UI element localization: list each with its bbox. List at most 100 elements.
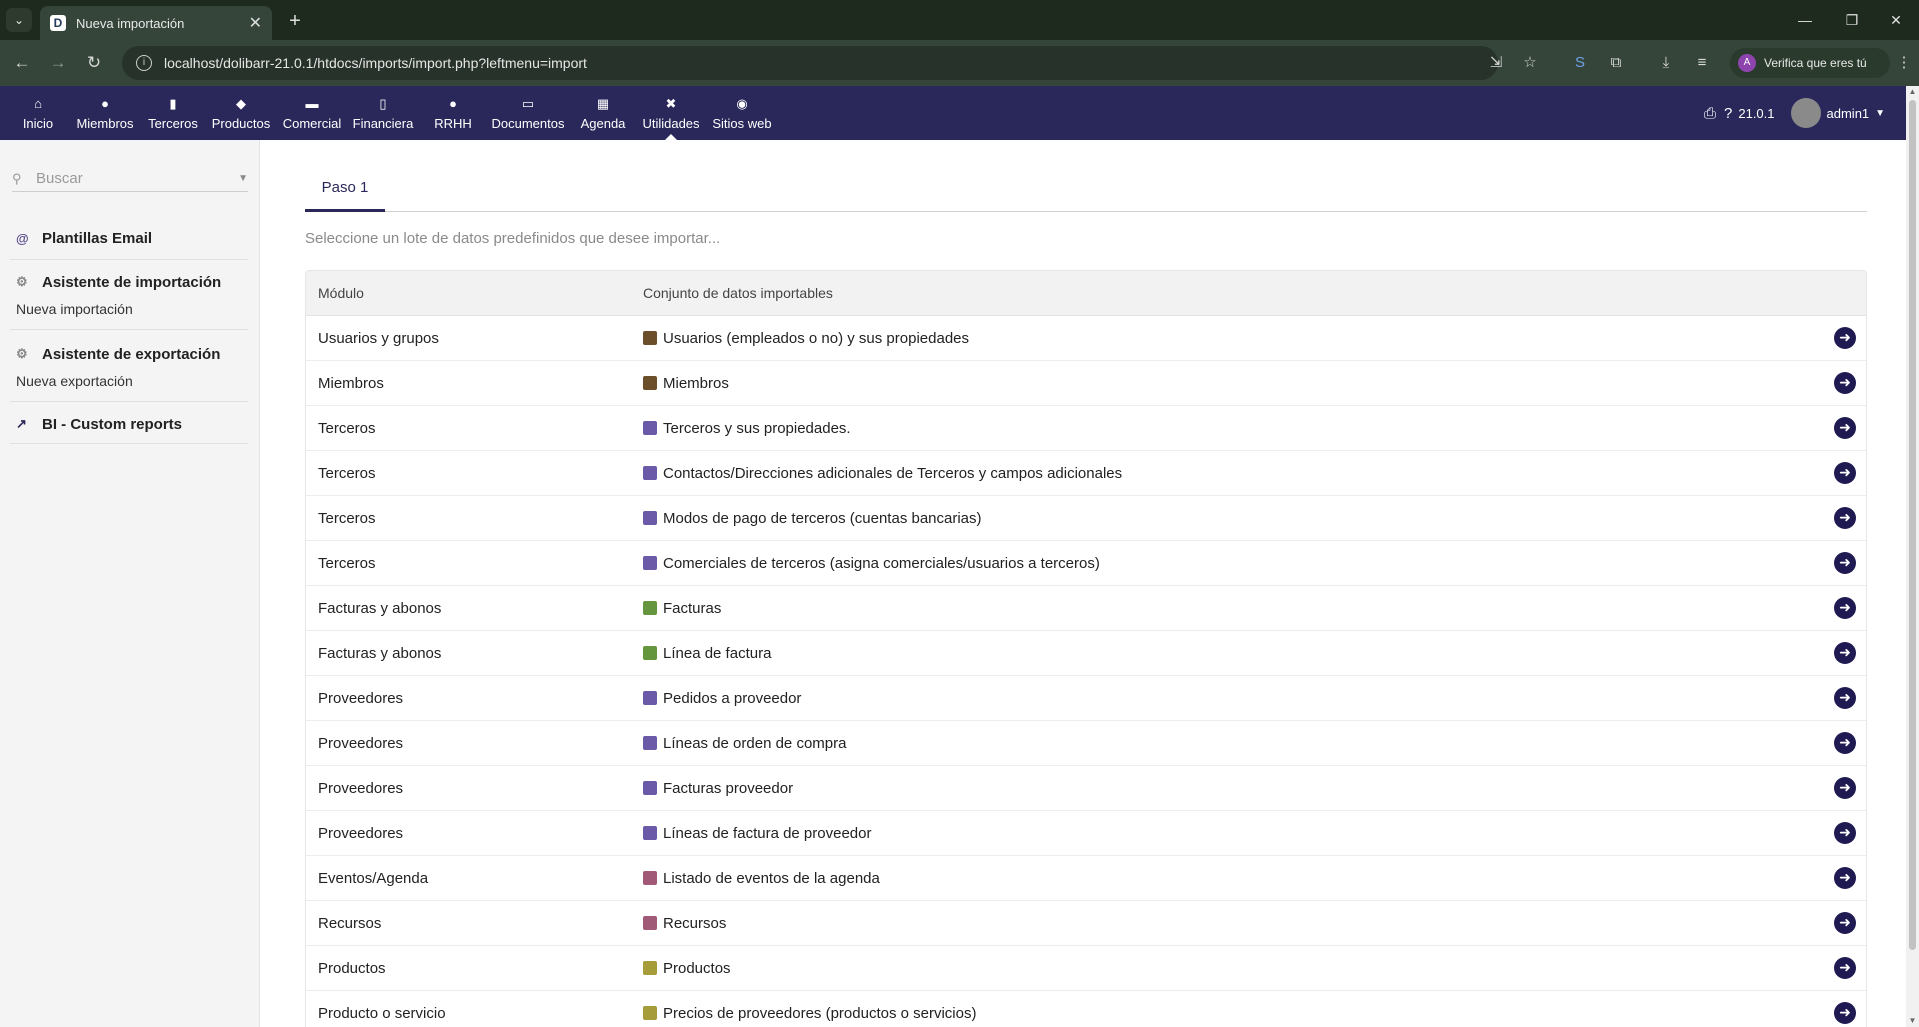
go-arrow-button[interactable]: ➜ (1834, 867, 1856, 889)
row-module: Miembros (318, 374, 384, 392)
browser-toolbar: ← → ↻ i localhost/dolibarr-21.0.1/htdocs… (0, 40, 1919, 86)
new-tab-button[interactable]: + (282, 8, 308, 34)
menu-rrhh[interactable]: ● RRHH (430, 86, 476, 140)
user-avatar[interactable] (1790, 98, 1821, 128)
dataset-icon (643, 646, 657, 660)
extensions-puzzle-icon[interactable]: ⧉ (1604, 51, 1628, 75)
row-module: Proveedores (318, 734, 404, 752)
row-dataset: Facturas (643, 600, 1834, 617)
sidebar-item-import-wizard[interactable]: ⚙ Asistente de importación (10, 268, 248, 296)
user-name[interactable]: admin1 (1827, 106, 1870, 121)
row-dataset-label: Facturas (663, 599, 722, 617)
sidebar-item-new-export[interactable]: Nueva exportación (10, 368, 248, 394)
search-dropdown-icon[interactable]: ▼ (238, 173, 248, 184)
reload-button[interactable]: ↻ (82, 51, 106, 75)
browser-tab-active[interactable]: D Nueva importación ✕ (40, 6, 272, 40)
menu-sitios-web[interactable]: ◉ Sitios web (710, 86, 774, 140)
table-row: Terceros Terceros y sus propiedades. ➜ (306, 406, 1866, 451)
go-arrow-button[interactable]: ➜ (1834, 417, 1856, 439)
calendar-icon: ▦ (596, 95, 610, 111)
scroll-thumb[interactable] (1909, 100, 1916, 950)
menu-inicio[interactable]: ⌂ Inicio (18, 86, 58, 140)
at-icon: @ (16, 230, 29, 246)
top-menu: ⌂ Inicio ● Miembros ▮ Terceros ◆ Product… (0, 86, 1919, 140)
tab-list-button[interactable]: ⌄ (6, 8, 32, 32)
profile-verify-button[interactable]: A Verifica que eres tú (1730, 48, 1890, 78)
main-content: Paso 1 Seleccione un lote de datos prede… (305, 140, 1867, 1027)
globe-icon: ◉ (736, 95, 748, 111)
dataset-icon (643, 376, 657, 390)
restore-button[interactable]: ❐ (1832, 8, 1872, 32)
close-window-button[interactable]: ✕ (1876, 8, 1916, 32)
sidebar-item-new-import[interactable]: Nueva importación (10, 296, 248, 322)
go-arrow-button[interactable]: ➜ (1834, 822, 1856, 844)
menu-productos[interactable]: ◆ Productos (210, 86, 272, 140)
go-arrow-button[interactable]: ➜ (1834, 957, 1856, 979)
menu-miembros[interactable]: ● Miembros (74, 86, 136, 140)
row-dataset: Líneas de factura de proveedor (643, 825, 1834, 842)
scroll-up-icon[interactable]: ▲ (1906, 86, 1919, 98)
go-arrow-button[interactable]: ➜ (1834, 1002, 1856, 1024)
invoice-icon: ▯ (379, 95, 387, 111)
row-dataset: Recursos (643, 915, 1834, 932)
sidebar-item-export-wizard[interactable]: ⚙ Asistente de exportación (10, 340, 248, 368)
user-tie-icon: ● (449, 95, 457, 111)
profile-label: Verifica que eres tú (1764, 56, 1867, 70)
address-bar[interactable]: i localhost/dolibarr-21.0.1/htdocs/impor… (122, 46, 1498, 80)
back-button[interactable]: ← (10, 51, 34, 75)
dataset-icon (643, 421, 657, 435)
sidebar-item-bi-reports[interactable]: ↗ BI - Custom reports (10, 410, 248, 438)
chart-line-icon: ↗ (16, 416, 27, 431)
go-arrow-button[interactable]: ➜ (1834, 777, 1856, 799)
table-row: Proveedores Pedidos a proveedor ➜ (306, 676, 1866, 721)
page-scrollbar[interactable]: ▲ ▼ (1906, 86, 1919, 1027)
row-module: Productos (318, 959, 386, 977)
menu-comercial[interactable]: ▬ Comercial (280, 86, 344, 140)
user-icon: ● (101, 95, 109, 111)
scroll-down-icon[interactable]: ▼ (1906, 1015, 1919, 1027)
user-dropdown-icon[interactable]: ▼ (1875, 108, 1885, 119)
folder-icon: ▭ (521, 95, 535, 111)
row-dataset-label: Listado de eventos de la agenda (663, 869, 880, 887)
row-dataset-label: Línea de factura (663, 644, 772, 662)
tab-paso-1[interactable]: Paso 1 (305, 176, 385, 212)
go-arrow-button[interactable]: ➜ (1834, 462, 1856, 484)
bookmark-star-icon[interactable]: ☆ (1518, 51, 1542, 75)
go-arrow-button[interactable]: ➜ (1834, 912, 1856, 934)
row-module: Proveedores (318, 779, 404, 797)
go-arrow-button[interactable]: ➜ (1834, 327, 1856, 349)
go-arrow-button[interactable]: ➜ (1834, 507, 1856, 529)
menu-financiera[interactable]: ▯ Financiera (350, 86, 416, 140)
go-arrow-button[interactable]: ➜ (1834, 597, 1856, 619)
help-icon[interactable]: ? (1724, 105, 1732, 122)
go-arrow-button[interactable]: ➜ (1834, 642, 1856, 664)
extension-s-icon[interactable]: S (1568, 51, 1592, 75)
install-app-icon[interactable]: ⇲ (1484, 51, 1508, 75)
site-info-icon[interactable]: i (136, 55, 152, 71)
tab-close-icon[interactable]: ✕ (249, 13, 262, 33)
downloads-icon[interactable]: ⤓ (1654, 51, 1678, 75)
briefcase-icon: ▬ (305, 95, 319, 111)
go-arrow-button[interactable]: ➜ (1834, 732, 1856, 754)
row-dataset: Facturas proveedor (643, 780, 1834, 797)
menu-terceros[interactable]: ▮ Terceros (146, 86, 200, 140)
go-arrow-button[interactable]: ➜ (1834, 552, 1856, 574)
sidebar-item-email-templates[interactable]: @ Plantillas Email (10, 224, 248, 252)
menu-utilidades[interactable]: ✖ Utilidades (640, 86, 702, 140)
forward-button[interactable]: → (46, 51, 70, 75)
minimize-button[interactable]: — (1785, 8, 1825, 32)
row-dataset: Terceros y sus propiedades. (643, 420, 1834, 437)
menu-agenda[interactable]: ▦ Agenda (578, 86, 628, 140)
row-dataset: Línea de factura (643, 645, 1834, 662)
go-arrow-button[interactable]: ➜ (1834, 372, 1856, 394)
print-icon[interactable]: ⎙ (1704, 105, 1716, 122)
go-arrow-button[interactable]: ➜ (1834, 687, 1856, 709)
left-sidebar: ⚲ ▼ @ Plantillas Email ⚙ Asistente de im… (0, 140, 260, 1027)
sidebar-search[interactable]: ⚲ ▼ (12, 166, 248, 192)
menu-documentos[interactable]: ▭ Documentos (488, 86, 568, 140)
browser-menu-icon[interactable]: ⋮ (1892, 51, 1916, 75)
search-input[interactable] (36, 170, 239, 187)
sidebar-section-bi: ↗ BI - Custom reports (10, 406, 248, 444)
media-controls-icon[interactable]: ≡ (1690, 51, 1714, 75)
sidebar-section-email: @ Plantillas Email (10, 218, 248, 260)
